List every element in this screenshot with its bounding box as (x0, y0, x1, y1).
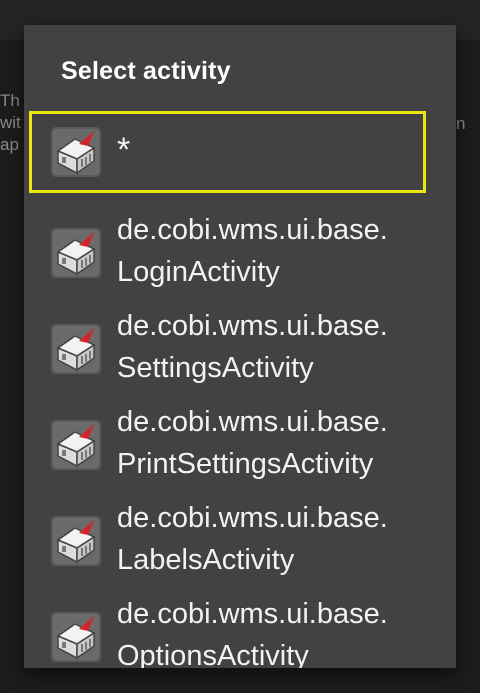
activity-item-label: de.cobi.wms.ui.base. PrintSettingsActivi… (117, 401, 388, 485)
activity-item-label: de.cobi.wms.ui.base. LoginActivity (117, 209, 388, 293)
activity-item-label: de.cobi.wms.ui.base. LabelsActivity (117, 497, 388, 581)
activity-package-line: de.cobi.wms.ui.base. (117, 310, 388, 342)
activity-item-label: de.cobi.wms.ui.base. SettingsActivity (117, 305, 388, 389)
app-icon (51, 228, 101, 278)
activity-list: * de.cobi.wms.ui.base. LoginActivity de.… (24, 111, 456, 668)
app-icon (51, 420, 101, 470)
app-icon (51, 127, 101, 177)
activity-item-settings[interactable]: de.cobi.wms.ui.base. SettingsActivity (24, 301, 456, 397)
activity-class-line: LabelsActivity (117, 544, 295, 576)
activity-item-print-settings[interactable]: de.cobi.wms.ui.base. PrintSettingsActivi… (24, 397, 456, 493)
activity-item-login[interactable]: de.cobi.wms.ui.base. LoginActivity (24, 205, 456, 301)
dialog-title: Select activity (61, 57, 231, 85)
background-app-text-right: n (456, 114, 466, 133)
activity-package-line: de.cobi.wms.ui.base. (117, 502, 388, 534)
activity-class-line: LoginActivity (117, 256, 280, 288)
activity-class-line: PrintSettingsActivity (117, 448, 374, 480)
app-icon (51, 612, 101, 662)
activity-package-line: de.cobi.wms.ui.base. (117, 406, 388, 438)
app-icon (51, 324, 101, 374)
app-icon (51, 516, 101, 566)
activity-package-line: de.cobi.wms.ui.base. (117, 598, 388, 630)
activity-class-line: SettingsActivity (117, 352, 314, 384)
activity-package-line: de.cobi.wms.ui.base. (117, 214, 388, 246)
activity-item-label: * (117, 129, 130, 171)
activity-item-options[interactable]: de.cobi.wms.ui.base. OptionsActivity (24, 589, 456, 668)
activity-item-any[interactable]: * (24, 111, 456, 193)
activity-name-line1: * (117, 131, 131, 169)
activity-class-line: OptionsActivity (117, 640, 309, 668)
activity-item-label: de.cobi.wms.ui.base. OptionsActivity (117, 593, 388, 668)
activity-item-labels[interactable]: de.cobi.wms.ui.base. LabelsActivity (24, 493, 456, 589)
select-activity-dialog: Select activity * de.cobi.wms.ui.base. L… (24, 25, 456, 668)
